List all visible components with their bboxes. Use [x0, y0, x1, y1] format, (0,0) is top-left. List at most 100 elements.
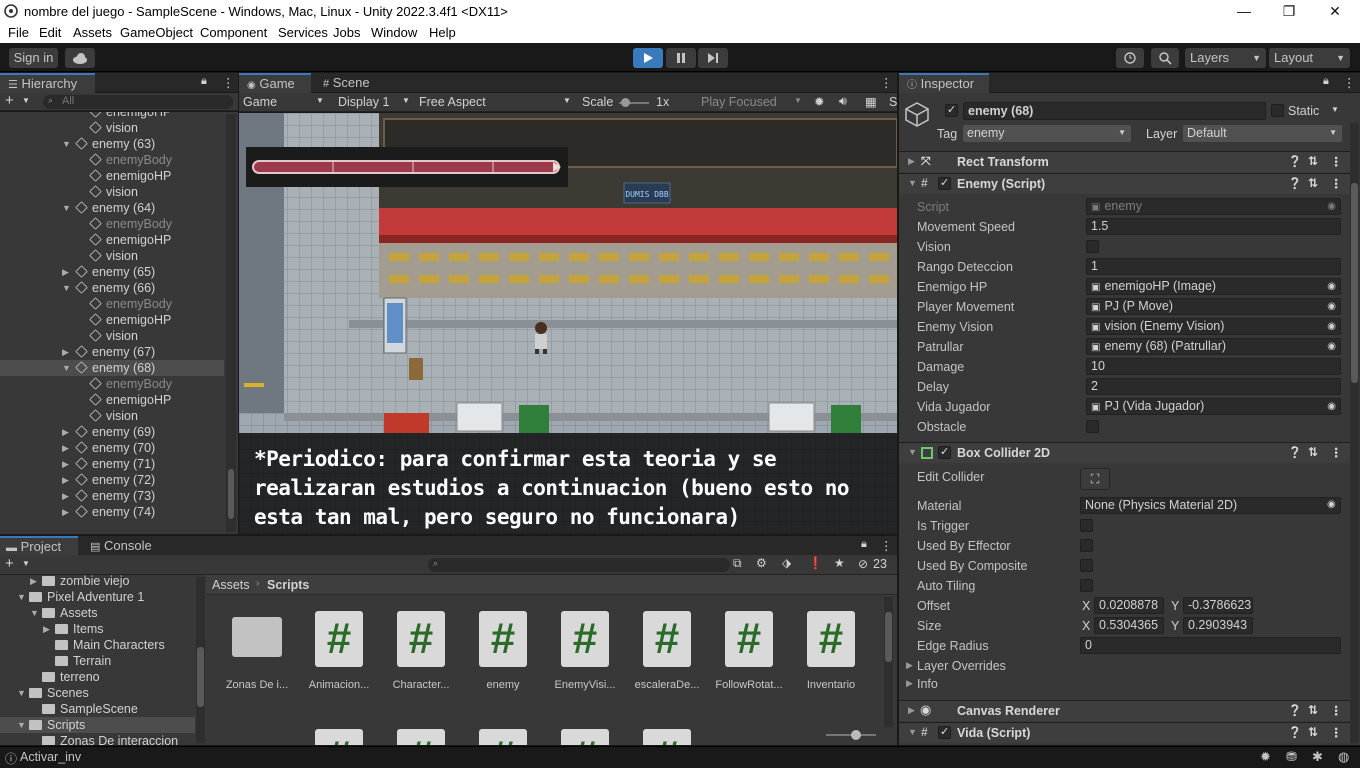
chevron-right-icon[interactable]: ▶ — [62, 424, 69, 440]
hierarchy-item[interactable]: ▼ enemy (66) — [0, 280, 224, 296]
preset-icon[interactable]: ⇅ — [1308, 703, 1318, 717]
chevron-down-icon[interactable]: ▼ — [17, 717, 26, 733]
preset-icon[interactable]: ⇅ — [1308, 176, 1318, 190]
object-reference-field[interactable]: ▣ enemy (68) (Patrullar) ◉ — [1086, 338, 1341, 355]
object-picker-icon[interactable]: ◉ — [1327, 339, 1336, 354]
asset-grid-scrollbar[interactable] — [884, 597, 893, 727]
audio-icon[interactable]: 🔊︎ — [839, 94, 847, 109]
menu-window[interactable]: Window — [371, 25, 417, 40]
chevron-right-icon[interactable]: ▶ — [30, 573, 37, 589]
chevron-down-icon[interactable]: ▼ — [1331, 105, 1339, 114]
cache-icon[interactable]: ⛃ — [1286, 749, 1297, 765]
pause-button[interactable] — [666, 48, 696, 68]
chevron-down-icon[interactable]: ▼ — [30, 605, 39, 621]
project-tree-item[interactable]: terreno — [0, 669, 195, 685]
object-reference-field[interactable]: ▣ PJ (Vida Jugador) ◉ — [1086, 398, 1341, 415]
scrollbar-thumb[interactable] — [885, 612, 892, 662]
hierarchy-item[interactable]: vision — [0, 184, 224, 200]
object-picker-icon[interactable]: ◉ — [1327, 499, 1336, 510]
asset-item[interactable]: # — [298, 729, 380, 745]
tab-console[interactable]: ▤ Console — [86, 536, 164, 556]
more-options-icon[interactable]: ⋮ — [222, 75, 235, 90]
menu-help[interactable]: Help — [429, 25, 456, 40]
breadcrumb-scripts[interactable]: Scripts — [267, 578, 309, 592]
asset-item[interactable]: # — [626, 729, 708, 745]
inspector-field-input[interactable]: 2 — [1086, 378, 1341, 395]
aspect-dropdown[interactable]: Free Aspect — [419, 95, 486, 109]
chevron-down-icon[interactable]: ▼ — [62, 360, 71, 376]
enemy-script-enabled-checkbox[interactable]: ✓ — [938, 177, 951, 190]
project-tree-item[interactable]: ▼ Scripts — [0, 717, 195, 733]
hierarchy-scrollbar[interactable] — [226, 114, 236, 532]
add-icon[interactable]: + — [5, 92, 14, 109]
box-collider-enabled-checkbox[interactable]: ✓ — [938, 446, 951, 459]
object-picker-icon[interactable]: ◉ — [1327, 299, 1336, 314]
hierarchy-item[interactable]: ▶ enemy (69) — [0, 424, 224, 440]
layers-dropdown[interactable]: Layers ▼ — [1185, 48, 1266, 68]
play-focused-dropdown[interactable]: Play Focused — [701, 95, 777, 109]
star-icon[interactable]: ★ — [834, 556, 845, 570]
asset-item[interactable]: Zonas De i... — [216, 611, 298, 701]
tab-scene[interactable]: # Scene — [319, 73, 389, 93]
inspector-field-input[interactable]: 10 — [1086, 358, 1341, 375]
chevron-right-icon[interactable]: ▶ — [62, 264, 69, 280]
more-options-icon[interactable]: ⋮ — [880, 75, 893, 90]
used-by-composite-checkbox[interactable] — [1080, 559, 1093, 572]
hierarchy-item[interactable]: ▶ enemy (74) — [0, 504, 224, 520]
asset-item[interactable]: # enemy — [462, 611, 544, 701]
chevron-down-icon[interactable]: ▼ — [17, 589, 26, 605]
chevron-right-icon[interactable]: ▶ — [62, 488, 69, 504]
hierarchy-item[interactable]: enemigoHP — [0, 168, 224, 184]
cloud-button[interactable] — [65, 48, 95, 68]
edge-radius-input[interactable]: 0 — [1080, 637, 1341, 654]
offset-y-input[interactable]: -0.3786623 — [1183, 597, 1253, 614]
asset-item[interactable]: # Inventario — [790, 611, 872, 701]
active-checkbox[interactable]: ✓ — [945, 104, 958, 117]
project-tree-item[interactable]: ▶ zombie viejo — [0, 573, 195, 589]
asset-item[interactable]: # escaleraDe... — [626, 611, 708, 701]
layer-dropdown[interactable]: Default ▼ — [1183, 125, 1342, 142]
inspector-field-input[interactable]: 1 — [1086, 258, 1341, 275]
hierarchy-item[interactable]: vision — [0, 248, 224, 264]
more-options-icon[interactable]: ⋮ — [1330, 725, 1343, 740]
project-tree-scrollbar[interactable] — [196, 577, 205, 743]
game-view[interactable]: DUMIS DBB *Periodico: para confirmar est… — [239, 113, 897, 534]
status-text[interactable]: Activar_inv — [20, 750, 81, 764]
hierarchy-item[interactable]: ▶ enemy (71) — [0, 456, 224, 472]
help-icon[interactable]: ❔ — [1288, 155, 1302, 168]
scrollbar-thumb[interactable] — [1351, 183, 1358, 383]
hierarchy-item[interactable]: ▶ enemy (65) — [0, 264, 224, 280]
help-icon[interactable]: ❔ — [1288, 704, 1302, 717]
sign-in-button[interactable]: Sign in — [9, 48, 58, 68]
canvas-renderer-header[interactable]: ▶ ◉ Canvas Renderer ❔ ⇅ ⋮ — [899, 700, 1351, 721]
stats-icon[interactable]: ▦ — [865, 94, 877, 109]
project-search-input[interactable]: ⌕ — [428, 558, 730, 572]
more-options-icon[interactable]: ⋮ — [1330, 445, 1343, 460]
hierarchy-item[interactable]: enemyBody — [0, 216, 224, 232]
object-picker-icon[interactable]: ◉ — [1327, 319, 1336, 334]
inspector-field-input[interactable]: 1.5 — [1086, 218, 1341, 235]
preset-icon[interactable]: ⇅ — [1308, 154, 1318, 168]
inspector-field-checkbox[interactable] — [1086, 240, 1099, 253]
menu-component[interactable]: Component — [200, 25, 267, 40]
add-icon[interactable]: + — [5, 555, 14, 572]
progress-icon[interactable]: ◍ — [1338, 749, 1349, 765]
hierarchy-item[interactable]: vision — [0, 408, 224, 424]
tag-icon[interactable]: ⬗ — [782, 556, 791, 570]
maximize-button[interactable]: ❐ — [1274, 2, 1304, 20]
more-options-icon[interactable]: ⋮ — [1330, 154, 1343, 169]
layout-dropdown[interactable]: Layout ▼ — [1269, 48, 1350, 68]
edit-collider-button[interactable]: ⛶ — [1080, 468, 1110, 490]
breadcrumb-assets[interactable]: Assets — [212, 578, 250, 592]
object-picker-icon[interactable]: ◉ — [1327, 199, 1336, 214]
hierarchy-item[interactable]: enemigoHP — [0, 112, 224, 120]
bug-icon[interactable]: ✱ — [1312, 749, 1323, 765]
size-x-input[interactable]: 0.5304365 — [1094, 617, 1164, 634]
chevron-down-icon[interactable]: ▼ — [62, 280, 71, 296]
project-tree-item[interactable]: ▼ Scenes — [0, 685, 195, 701]
hierarchy-item[interactable]: vision — [0, 328, 224, 344]
hierarchy-item[interactable]: enemyBody — [0, 152, 224, 168]
project-tree-item[interactable]: ▼ Assets — [0, 605, 195, 621]
project-tree-item[interactable]: SampleScene — [0, 701, 195, 717]
search-button[interactable] — [1151, 48, 1179, 68]
